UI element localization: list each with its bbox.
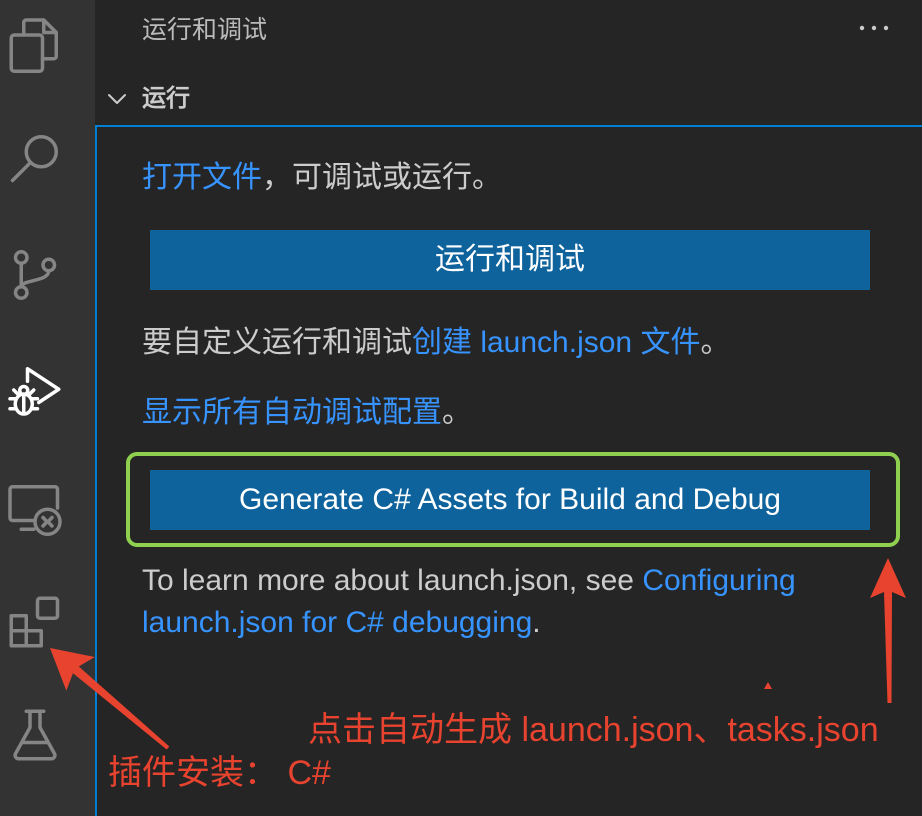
run-debug-icon	[8, 367, 61, 416]
search-icon	[10, 135, 58, 183]
generate-csharp-assets-button[interactable]: Generate C# Assets for Build and Debug	[150, 470, 870, 530]
open-file-message: 打开文件，可调试或运行。	[142, 158, 502, 198]
customize-prefix: 要自定义运行和调试	[142, 326, 412, 359]
customize-message: 要自定义运行和调试创建 launch.json 文件。	[142, 323, 730, 363]
learn-more-suffix: .	[532, 606, 541, 639]
extensions-icon	[9, 596, 60, 648]
learn-more-prefix: To learn more about launch.json, see	[142, 564, 643, 597]
section-title: 运行	[142, 85, 190, 112]
open-file-link[interactable]: 打开文件	[142, 161, 262, 194]
sidebar-title: 运行和调试	[142, 16, 268, 44]
activity-bar-item-testing[interactable]	[5, 705, 65, 765]
source-control-icon	[13, 250, 57, 301]
learn-more-line-1: To learn more about launch.json, see Con…	[142, 561, 796, 601]
annotation-install-plugin-text: 插件安装： C#	[108, 754, 331, 792]
create-launch-json-link[interactable]: 创建 launch.json 文件	[412, 326, 700, 359]
ellipsis-icon	[859, 25, 889, 31]
activity-bar-item-remote-explorer[interactable]	[5, 478, 65, 538]
files-icon	[9, 18, 58, 73]
activity-bar-item-source-control[interactable]	[5, 245, 65, 305]
activity-bar-item-extensions[interactable]	[5, 592, 65, 652]
show-all-suffix: 。	[442, 396, 472, 429]
run-and-debug-button[interactable]: 运行和调试	[150, 230, 870, 290]
activity-bar	[0, 0, 95, 816]
chevron-down-icon	[104, 86, 130, 112]
show-all-debug-configs-link[interactable]: 显示所有自动调试配置	[142, 396, 442, 429]
customize-suffix: 。	[700, 326, 731, 359]
show-all-message: 显示所有自动调试配置。	[142, 393, 472, 433]
activity-bar-item-explorer[interactable]	[5, 15, 65, 75]
configuring-launch-json-link[interactable]: Configuring	[642, 564, 795, 597]
configuring-launch-json-link-continued[interactable]: launch.json for C# debugging	[142, 606, 532, 639]
open-file-text: ，可调试或运行。	[262, 161, 502, 194]
remote-explorer-icon	[8, 485, 62, 536]
annotation-auto-generate-text: 点击自动生成 launch.json、tasks.json	[308, 711, 879, 749]
run-debug-sidebar: 运行和调试 运行 打开文件，可调试或运行。 运行和调试 要自定义运行和调试创建 …	[95, 0, 922, 816]
learn-more-line-2: launch.json for C# debugging.	[142, 603, 541, 643]
testing-icon	[13, 709, 57, 761]
more-actions-button[interactable]	[856, 18, 892, 38]
activity-bar-item-run-debug[interactable]	[5, 360, 65, 420]
section-header-run[interactable]: 运行	[95, 76, 922, 122]
activity-bar-item-search[interactable]	[5, 128, 65, 188]
